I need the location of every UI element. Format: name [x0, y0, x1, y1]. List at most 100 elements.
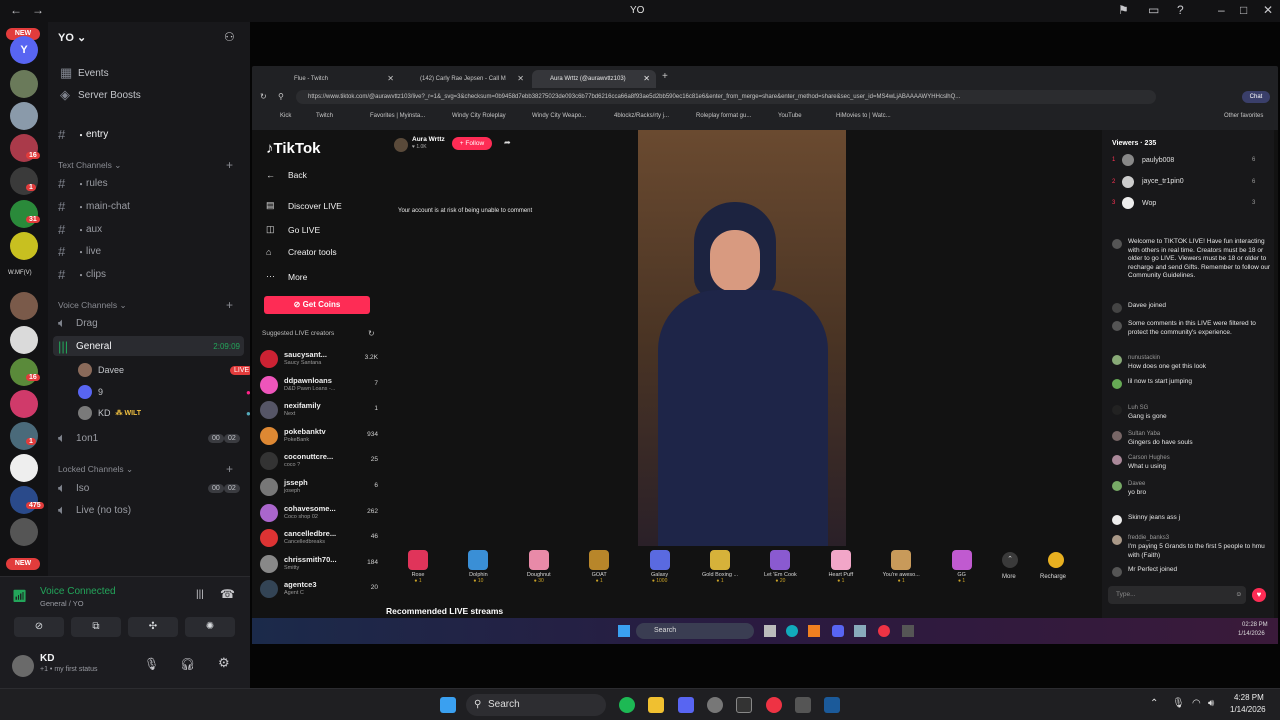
gift-item[interactable]: Dolphin ● 10: [456, 550, 500, 584]
back-arrow-icon[interactable]: ←: [10, 3, 22, 17]
browser-tab[interactable]: (142) Carly Rae Jepsen - Call M ✕: [402, 70, 530, 88]
activities-button[interactable]: ✣: [128, 617, 178, 637]
bookmark[interactable]: Favorites | Myinsta...: [370, 113, 425, 119]
avatar[interactable]: [1112, 405, 1122, 415]
viewers-title[interactable]: Viewers · 235: [1112, 140, 1156, 147]
channel-clips[interactable]: # ・ clips: [58, 264, 244, 284]
spotify-icon[interactable]: [619, 697, 635, 713]
channel-aux[interactable]: # ・ aux: [58, 219, 244, 239]
close-tab-icon[interactable]: ✕: [643, 74, 650, 83]
wifi-icon[interactable]: ◠: [1192, 698, 1201, 709]
steam-icon[interactable]: [824, 697, 840, 713]
voice-location[interactable]: General / YO: [40, 599, 84, 608]
disconnect-icon[interactable]: ☎: [220, 587, 235, 601]
other-favorites[interactable]: Other favorites: [1224, 113, 1263, 119]
avatar[interactable]: [1112, 303, 1122, 313]
settings-gear-icon[interactable]: ⚙: [218, 655, 230, 671]
bookmark[interactable]: Twitch: [316, 113, 333, 119]
gift-item[interactable]: Gold Boxing ... ● 1: [698, 550, 742, 584]
server-icon[interactable]: [10, 200, 38, 228]
viewer-row[interactable]: 3 Wop 3: [1112, 197, 1255, 209]
chevron-up-icon[interactable]: ⌃: [1002, 552, 1018, 568]
server-icon[interactable]: [10, 102, 38, 130]
server-icon[interactable]: [10, 292, 38, 320]
chat-author[interactable]: Sultan Yaba: [1128, 430, 1160, 439]
server-icon[interactable]: [10, 518, 38, 546]
tiktok-logo[interactable]: ♪TikTok: [266, 140, 320, 157]
bookmark[interactable]: HiMovies to | Watc...: [836, 113, 891, 119]
avatar[interactable]: [1112, 239, 1122, 249]
share-icon[interactable]: ➦: [504, 138, 511, 147]
follow-button[interactable]: + Follow: [452, 137, 492, 150]
close-tab-icon[interactable]: ✕: [387, 74, 394, 83]
gift-item[interactable]: Heart Puff ● 1: [819, 550, 863, 584]
add-channel-icon[interactable]: +: [226, 158, 233, 172]
avatar[interactable]: [1112, 431, 1122, 441]
site-info-icon[interactable]: ⚲: [278, 92, 284, 101]
nav-more[interactable]: ⋯ More: [266, 271, 307, 282]
voice-channel-live-no-tos[interactable]: 🔈︎ Live (no tos): [58, 500, 244, 520]
suggested-creator[interactable]: agentce3 Agent C 20: [260, 578, 378, 602]
nav-creator-tools[interactable]: ⌂ Creator tools: [266, 247, 337, 257]
chat-author[interactable]: nunustackin: [1128, 354, 1160, 363]
gift-item[interactable]: You're aweso... ● 1: [879, 550, 923, 584]
avatar[interactable]: [1112, 515, 1122, 525]
server-icon[interactable]: [10, 486, 38, 514]
microphone-tray-icon[interactable]: 🎙︎: [1172, 698, 1185, 709]
server-icon[interactable]: [10, 232, 38, 260]
taskbar-app-icon[interactable]: [707, 697, 723, 713]
screen-share-button[interactable]: ⧉: [71, 617, 121, 637]
server-icon[interactable]: [10, 358, 38, 386]
host-avatar[interactable]: [394, 138, 408, 152]
file-explorer-icon[interactable]: [648, 697, 664, 713]
chat-author[interactable]: Davee: [1128, 480, 1145, 489]
avatar[interactable]: [1112, 355, 1122, 365]
avatar[interactable]: [1112, 567, 1122, 577]
gift-item[interactable]: GOAT ● 1: [577, 550, 621, 584]
nav-discover-live[interactable]: ▤ Discover LIVE: [266, 200, 342, 211]
server-icon[interactable]: [10, 70, 38, 98]
headphones-icon[interactable]: 🎧︎: [180, 657, 195, 671]
voice-user[interactable]: Davee LIVE: [78, 363, 254, 377]
screen-icon[interactable]: ▭: [1148, 3, 1159, 17]
channel-main-chat[interactable]: # ・ main-chat: [58, 196, 244, 216]
category-locked-channels[interactable]: Locked Channels ⌄ +: [58, 462, 233, 476]
viewer-row[interactable]: 1 paulyb008 6: [1112, 154, 1255, 166]
soundboard-button[interactable]: ✺: [185, 617, 235, 637]
chat-button[interactable]: Chat: [1242, 91, 1270, 103]
clock-time[interactable]: 4:28 PM: [1234, 693, 1264, 702]
noise-suppression-icon[interactable]: |||: [196, 589, 204, 600]
avatar[interactable]: [12, 655, 34, 677]
tray-chevron-icon[interactable]: ⌃: [1150, 698, 1158, 709]
suggested-creator[interactable]: nexifamily Next 1: [260, 399, 378, 423]
viewer-row[interactable]: 2 jayce_tr1pin0 6: [1112, 175, 1255, 188]
chat-author[interactable]: Luh SG: [1128, 404, 1148, 413]
gifts-more[interactable]: More: [1002, 574, 1016, 580]
address-bar[interactable]: https://www.tiktok.com/@aurawvttz103/liv…: [296, 90, 1156, 104]
recharge-button[interactable]: Recharge: [1040, 574, 1066, 580]
category-voice-channels[interactable]: Voice Channels ⌄ +: [58, 298, 233, 312]
server-icon[interactable]: [10, 326, 38, 354]
bookmark[interactable]: Kick: [280, 113, 291, 119]
microphone-icon[interactable]: 🎙︎: [144, 657, 159, 671]
bookmark[interactable]: 4blockz/Racks/rty j...: [614, 113, 669, 119]
avatar[interactable]: [1112, 481, 1122, 491]
bookmark[interactable]: YouTube: [778, 113, 802, 119]
inbox-icon[interactable]: ⚑: [1118, 3, 1129, 17]
voice-channel-drag[interactable]: 🔈︎ Drag: [58, 313, 244, 333]
server-icon[interactable]: [10, 422, 38, 450]
suggested-creator[interactable]: cohavesome... Coco shop 02 262: [260, 502, 378, 526]
minimize-icon[interactable]: –: [1218, 3, 1225, 17]
browser-tab-active[interactable]: Aura Wrttz (@aurawvttz103) ✕: [532, 70, 656, 88]
gift-item[interactable]: Galaxy ● 1000: [638, 550, 682, 584]
close-tab-icon[interactable]: ✕: [517, 74, 524, 83]
suggested-creator[interactable]: chrissmith70... Smitty 184: [260, 553, 378, 577]
gift-item[interactable]: Let 'Em Cook ● 20: [758, 550, 802, 584]
server-boosts-link[interactable]: ◈ Server Boosts: [60, 85, 246, 105]
camera-off-button[interactable]: ⊘: [14, 617, 64, 637]
back-link[interactable]: ← Back: [266, 170, 307, 180]
avatar[interactable]: [1112, 379, 1122, 389]
live-video[interactable]: [638, 130, 846, 546]
nav-go-live[interactable]: ◫ Go LIVE: [266, 224, 320, 235]
server-icon[interactable]: [10, 167, 38, 195]
